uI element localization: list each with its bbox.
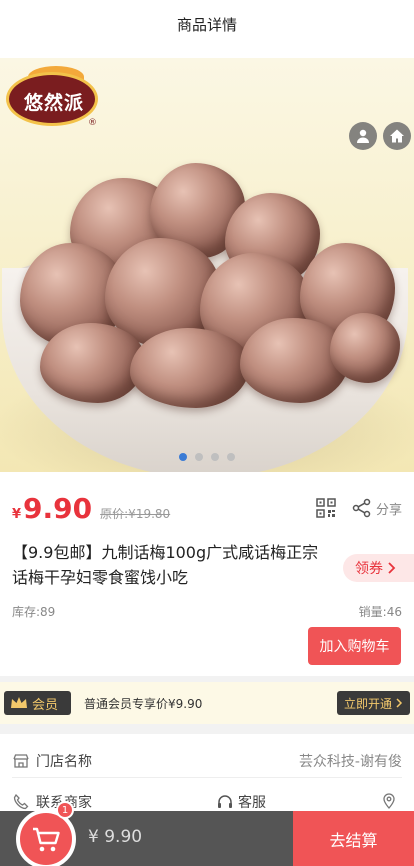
plum: [40, 323, 145, 403]
logo-text: 悠然派: [23, 92, 84, 114]
original-price: 原价:¥19.80: [100, 507, 171, 521]
store-name: 芸众科技-谢有俊: [298, 753, 402, 770]
open-membership-label: 立即开通: [343, 696, 392, 711]
phone-icon: [13, 793, 29, 810]
bottom-cart-bar: 1 ¥ 9.90 去结算: [0, 801, 414, 866]
share-label: 分享: [376, 502, 403, 518]
plum: [330, 313, 400, 383]
qrcode-icon[interactable]: [316, 498, 336, 518]
customer-service-button[interactable]: 客服: [216, 792, 266, 812]
checkout-button[interactable]: 去结算: [293, 811, 414, 866]
header-bar: 商品详情: [0, 0, 414, 58]
member-banner: 会员 普通会员专享价¥9.90 立即开通: [0, 682, 414, 724]
currency-symbol: ¥: [12, 507, 22, 522]
member-tag: 会员: [4, 691, 71, 715]
product-detail-page: 商品详情 悠然派 ® ¥ 9.90 原价:¥19.80 分享 【9.9包邮】九制…: [0, 0, 414, 866]
get-coupon-button[interactable]: 领券: [343, 554, 414, 582]
product-image-carousel[interactable]: 悠然派 ®: [0, 58, 414, 472]
carousel-dot-3[interactable]: [211, 453, 219, 461]
chevron-right-icon: [396, 698, 403, 708]
carousel-dot-1[interactable]: [179, 453, 187, 461]
store-label: 门店名称: [36, 753, 92, 770]
carousel-indicator: [0, 453, 414, 461]
product-info-panel: ¥ 9.90 原价:¥19.80 分享 【9.9包邮】九制话梅100g广式咸话梅…: [0, 472, 414, 676]
open-membership-button[interactable]: 立即开通: [337, 691, 410, 715]
carousel-dot-2[interactable]: [195, 453, 203, 461]
plum: [130, 328, 250, 408]
cart-count-badge: 1: [56, 801, 74, 819]
share-button[interactable]: 分享: [352, 498, 402, 518]
crown-icon: [11, 697, 27, 708]
store-name-row[interactable]: 门店名称 芸众科技-谢有俊: [12, 744, 402, 778]
cart-icon: [33, 827, 60, 852]
store-icon: [13, 753, 29, 768]
page-title: 商品详情: [176, 15, 237, 34]
user-center-button[interactable]: [349, 122, 377, 150]
sales-count: 销量:46: [358, 605, 402, 619]
customer-service-label: 客服: [238, 795, 266, 811]
stock-count: 库存:89: [12, 605, 56, 619]
location-button[interactable]: [380, 791, 398, 813]
cart-summary: 1 ¥ 9.90: [0, 801, 293, 866]
product-title: 【9.9包邮】九制话梅100g广式咸话梅正宗话梅干孕妇零食蜜饯小吃: [12, 543, 319, 587]
member-tag-label: 会员: [32, 697, 59, 713]
coupon-label: 领券: [355, 561, 383, 577]
home-button[interactable]: [383, 122, 411, 150]
price-row: ¥ 9.90 原价:¥19.80: [12, 492, 170, 525]
add-to-cart-button[interactable]: 加入购物车: [308, 627, 401, 665]
cart-total: ¥ 9.90: [88, 827, 143, 847]
home-icon: [390, 129, 404, 143]
user-icon: [357, 129, 369, 143]
share-icon: [352, 498, 371, 518]
member-price-text: 普通会员专享价¥9.90: [84, 697, 203, 711]
brand-logo: 悠然派 ®: [6, 66, 100, 128]
current-price: 9.90: [23, 492, 93, 525]
headset-icon: [218, 795, 232, 808]
registered-mark: ®: [88, 118, 97, 128]
chevron-right-icon: [388, 562, 396, 574]
location-icon: [383, 793, 395, 809]
carousel-dot-4[interactable]: [227, 453, 235, 461]
